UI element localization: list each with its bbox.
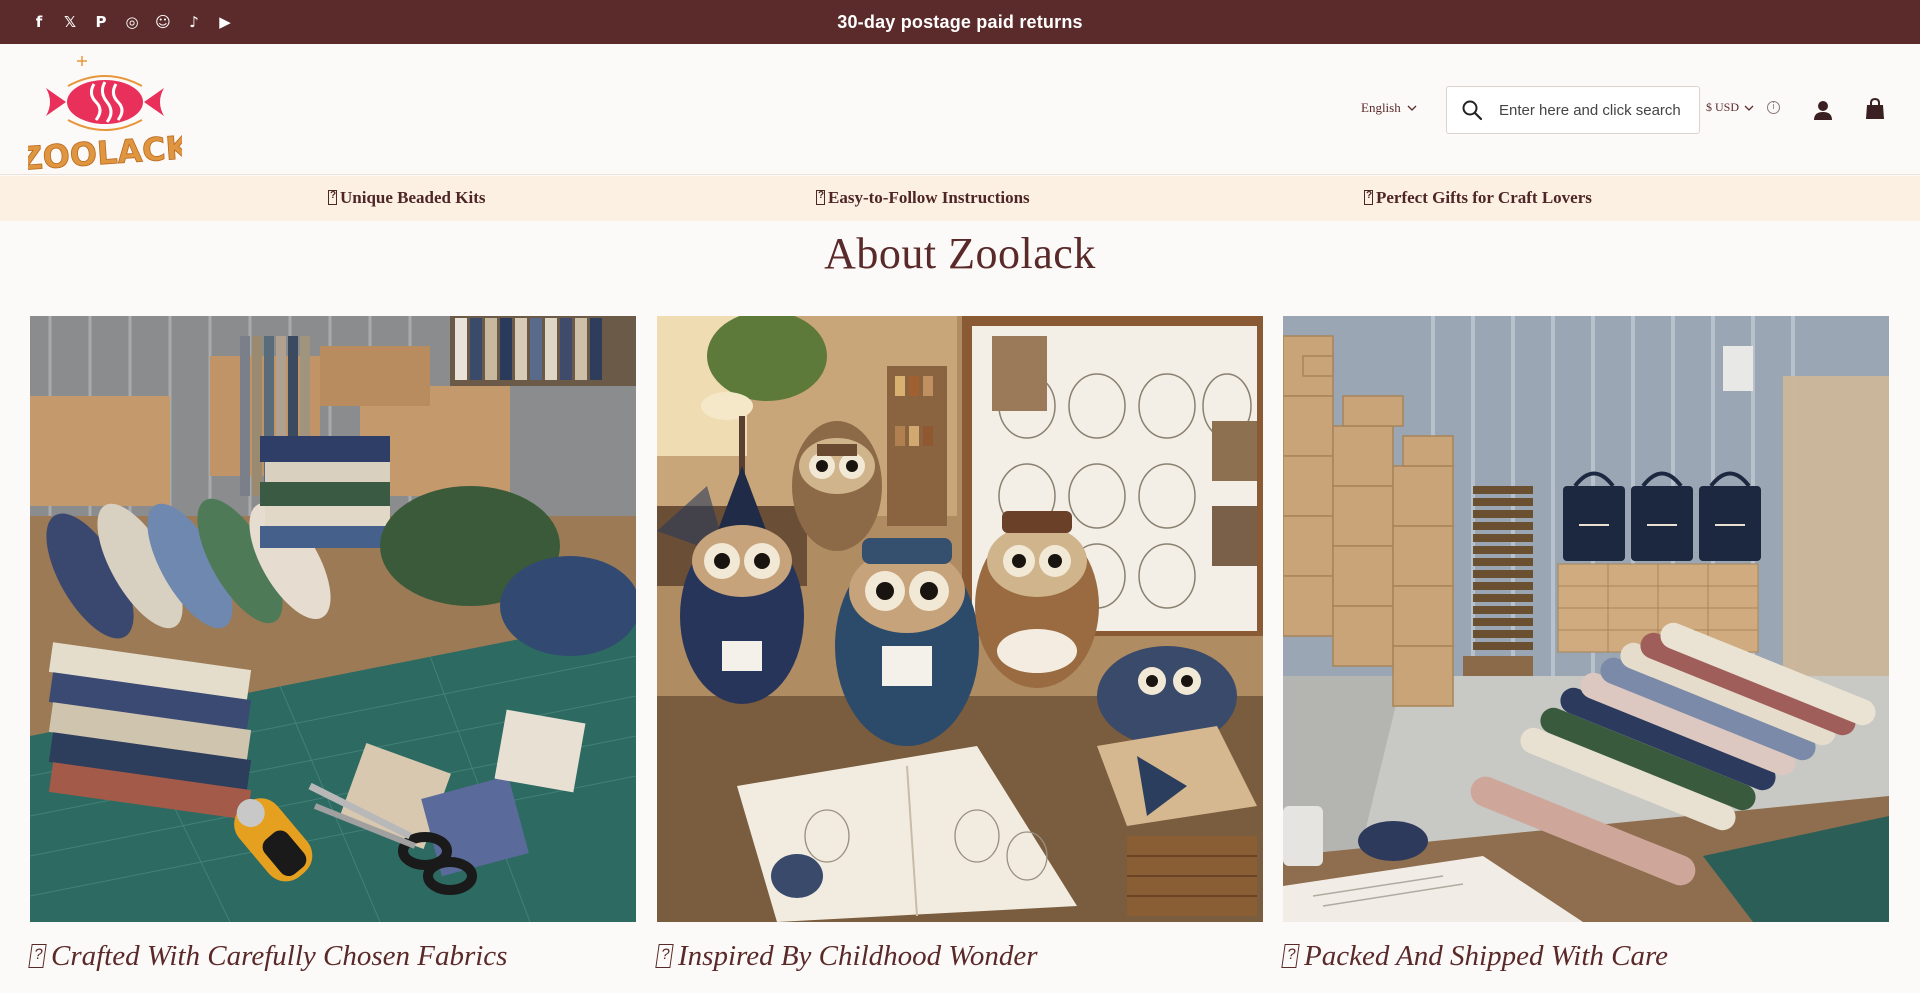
- benefit-item: Easy-to-Follow Instructions: [816, 188, 1030, 208]
- announcement-text: 30-day postage paid returns: [837, 12, 1083, 32]
- info-icon[interactable]: i: [1767, 101, 1780, 114]
- about-card: Inspired By Childhood Wonder: [655, 316, 1263, 972]
- announcement-bar: f 𝕏 P ◎ ☺ ♪ ▶ 30-day postage paid return…: [0, 0, 1920, 44]
- fabric-workshop-photo: [30, 316, 636, 922]
- language-label: English: [1361, 100, 1401, 115]
- benefit-item: Perfect Gifts for Craft Lovers: [1364, 188, 1592, 208]
- missing-glyph-icon: [28, 944, 47, 968]
- account-icon[interactable]: [1812, 99, 1834, 121]
- zoolack-logo[interactable]: ZOOLACK: [18, 54, 193, 178]
- card-caption: Inspired By Childhood Wonder: [655, 940, 1377, 973]
- about-card: Crafted With Carefully Chosen Fabrics: [28, 316, 636, 972]
- card-caption: Packed And Shipped With Care: [1281, 940, 1920, 973]
- about-card: Packed And Shipped With Care: [1281, 316, 1889, 972]
- search-input[interactable]: [1499, 101, 1689, 119]
- search-box[interactable]: [1446, 86, 1700, 134]
- currency-selector[interactable]: $ USD: [1706, 100, 1754, 115]
- owl-craft-studio-photo: [657, 316, 1263, 922]
- missing-glyph-icon: [1364, 190, 1373, 205]
- benefit-item: Unique Beaded Kits: [328, 188, 485, 208]
- benefits-bar: Unique Beaded Kits Easy-to-Follow Instru…: [0, 176, 1920, 221]
- missing-glyph-icon: [655, 944, 674, 968]
- chevron-down-icon: [1744, 105, 1754, 111]
- chevron-down-icon: [1407, 105, 1417, 111]
- warehouse-packing-photo: [1283, 316, 1889, 922]
- missing-glyph-icon: [816, 190, 825, 205]
- search-icon[interactable]: [1461, 99, 1483, 121]
- language-selector[interactable]: English: [1361, 100, 1417, 116]
- page-title: About Zoolack: [824, 229, 1096, 278]
- logo-text: ZOOLACK: [28, 128, 182, 174]
- cart-icon[interactable]: [1865, 98, 1885, 120]
- currency-label: $ USD: [1706, 100, 1740, 114]
- missing-glyph-icon: [328, 190, 337, 205]
- missing-glyph-icon: [1281, 944, 1300, 968]
- site-header: ZOOLACK English $ USD i: [0, 44, 1920, 178]
- card-caption: Crafted With Carefully Chosen Fabrics: [28, 940, 750, 973]
